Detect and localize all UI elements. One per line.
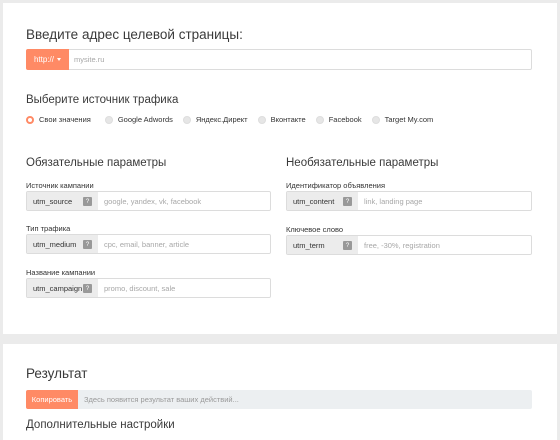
optional-params-title: Необязательные параметры <box>286 157 439 169</box>
copy-button[interactable]: Копировать <box>26 390 78 409</box>
utm-term-tag: utm_term ? <box>287 236 358 254</box>
utm-content-input[interactable] <box>358 192 531 210</box>
utm-source-tag: utm_source ? <box>27 192 98 210</box>
utm-medium-tag: utm_medium ? <box>27 235 98 253</box>
param-tag-text: utm_content <box>293 196 335 206</box>
radio-target-mycom[interactable]: Target My.com <box>371 115 434 124</box>
url-section-title: Введите адрес целевой страницы: <box>26 27 243 42</box>
radio-google-adwords[interactable]: Google Adwords <box>104 115 173 124</box>
result-output[interactable]: Здесь появится результат ваших действий.… <box>78 390 532 409</box>
url-input-group: http:// <box>26 49 532 70</box>
utm-medium-field: utm_medium ? <box>26 234 271 254</box>
result-group: Копировать Здесь появится результат ваши… <box>26 390 532 409</box>
utm-source-input[interactable] <box>98 192 270 210</box>
extra-settings-title[interactable]: Дополнительные настройки <box>26 419 175 431</box>
help-icon[interactable]: ? <box>83 240 92 249</box>
utm-term-field: utm_term ? <box>286 235 532 255</box>
url-input[interactable] <box>69 49 532 70</box>
radio-label: Вконтакте <box>270 115 306 124</box>
protocol-dropdown[interactable]: http:// <box>26 49 69 70</box>
help-icon[interactable]: ? <box>83 284 92 293</box>
radio-dot <box>371 115 380 124</box>
param-tag-text: utm_campaign <box>33 283 83 293</box>
radio-vkontakte[interactable]: Вконтакте <box>257 115 306 124</box>
utm-term-input[interactable] <box>358 236 531 254</box>
help-icon[interactable]: ? <box>343 241 352 250</box>
utm-content-field: utm_content ? <box>286 191 532 211</box>
radio-label: Свои значения <box>39 115 91 124</box>
utm-campaign-input[interactable] <box>98 279 270 297</box>
utm-term-label: Ключевое слово <box>286 225 344 234</box>
utm-campaign-label: Название кампании <box>26 268 96 277</box>
utm-campaign-field: utm_campaign ? <box>26 278 271 298</box>
param-tag-text: utm_medium <box>33 239 77 249</box>
radio-label: Google Adwords <box>117 115 173 124</box>
result-card: Результат Копировать Здесь появится резу… <box>3 344 557 440</box>
help-icon[interactable]: ? <box>343 197 352 206</box>
result-title: Результат <box>26 366 88 381</box>
protocol-label: http:// <box>33 55 54 64</box>
utm-source-field: utm_source ? <box>26 191 271 211</box>
required-params-title: Обязательные параметры <box>26 157 167 169</box>
utm-content-tag: utm_content ? <box>287 192 358 210</box>
utm-medium-label: Тип трафика <box>26 224 71 233</box>
radio-dot <box>257 115 266 124</box>
radio-dot <box>182 115 191 124</box>
utm-campaign-tag: utm_campaign ? <box>27 279 98 297</box>
utm-medium-input[interactable] <box>98 235 270 253</box>
radio-label: Яндекс.Директ <box>195 115 248 124</box>
utm-content-label: Идентификатор объявления <box>286 181 386 190</box>
source-section-title: Выберите источник трафика <box>26 94 179 106</box>
radio-dot <box>104 115 113 124</box>
radio-dot <box>26 115 34 124</box>
help-icon[interactable]: ? <box>83 197 92 206</box>
chevron-down-icon <box>57 58 61 61</box>
traffic-source-radio-group: Свои значения Google Adwords Яндекс.Дире… <box>26 115 443 124</box>
radio-facebook[interactable]: Facebook <box>315 115 362 124</box>
utm-source-label: Источник кампании <box>26 181 94 190</box>
radio-own-values[interactable]: Свои значения <box>26 115 91 124</box>
utm-builder-card: Введите адрес целевой страницы: http:// … <box>3 3 557 334</box>
radio-yandex-direct[interactable]: Яндекс.Директ <box>182 115 248 124</box>
param-tag-text: utm_source <box>33 196 73 206</box>
radio-label: Target My.com <box>384 115 434 124</box>
radio-dot <box>315 115 324 124</box>
radio-label: Facebook <box>328 115 362 124</box>
param-tag-text: utm_term <box>293 240 325 250</box>
